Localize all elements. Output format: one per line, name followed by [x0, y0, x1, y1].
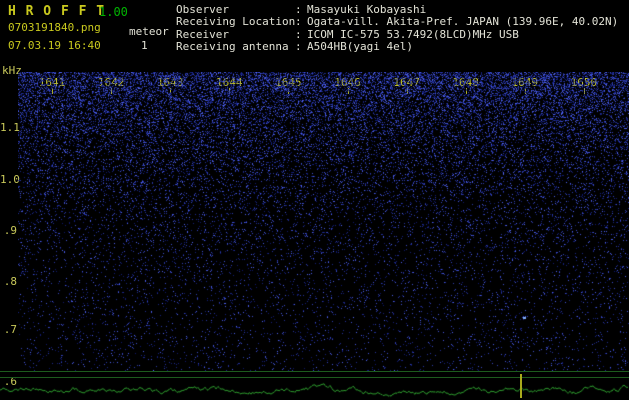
reference-line-upper [0, 371, 629, 372]
info-label: Receiving Location [176, 15, 296, 29]
info-separator: : [295, 40, 302, 54]
app-version: 1.00 [99, 5, 128, 19]
freq-tick-label: .8 [3, 275, 17, 288]
signal-level-trace [0, 378, 629, 400]
app-title: H R O F F T [8, 4, 106, 19]
timestamp: 07.03.19 16:40 [8, 39, 101, 52]
freq-tick-label: .9 [3, 224, 17, 237]
freq-tick-label: 1.1 [0, 121, 20, 134]
info-value: Ogata-vill. Akita-Pref. JAPAN (139.96E, … [307, 15, 619, 29]
observer-info-block: Observer: Masayuki Kobayashi Receiving Loc… [176, 3, 619, 54]
info-row: Receiving Location: Ogata-vill. Akita-Pre… [176, 15, 619, 29]
yellow-time-marker [520, 374, 522, 398]
spectrogram-canvas [18, 72, 629, 371]
freq-tick-label: 1.0 [0, 173, 20, 186]
info-row: Receiving antenna: A504HB(yagi 4el) [176, 40, 618, 54]
info-label: Receiving antenna [176, 40, 289, 54]
output-filename: 0703191840.png [8, 21, 101, 34]
meteor-counter: 1 [141, 39, 148, 52]
info-value: A504HB(yagi 4el) [307, 40, 413, 54]
hrofft-screen: H R O F F T 1.00 0703191840.png meteor 0… [0, 0, 629, 400]
info-separator: : [295, 15, 302, 29]
freq-tick-label: .7 [3, 323, 17, 336]
mode-label: meteor [129, 25, 169, 38]
